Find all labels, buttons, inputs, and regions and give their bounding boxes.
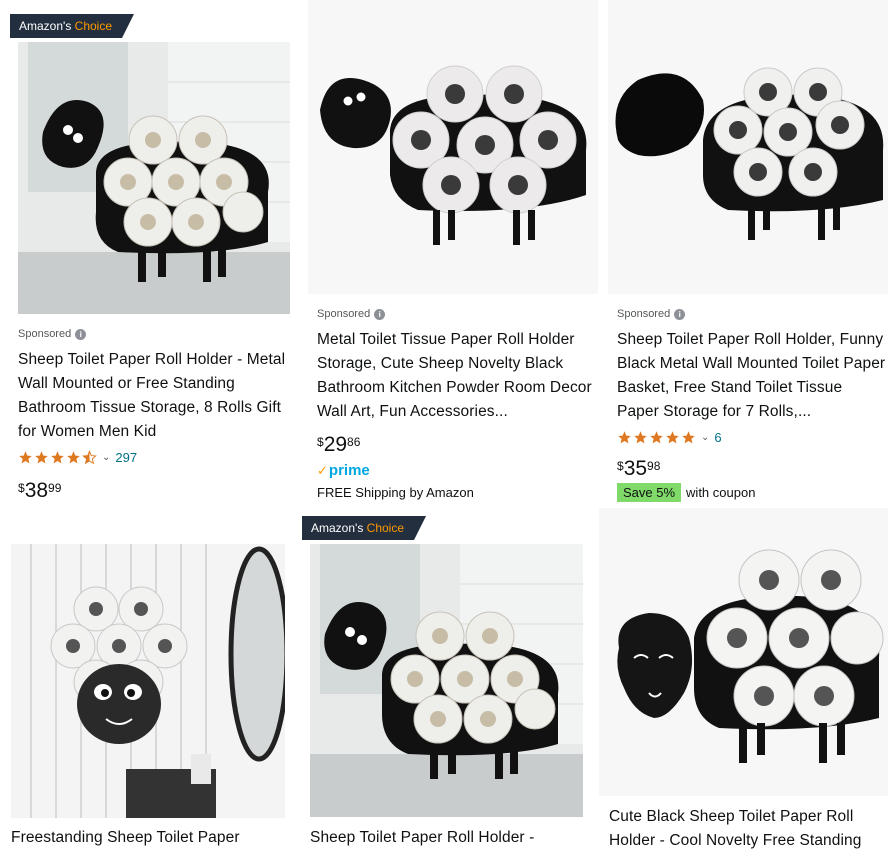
- info-icon[interactable]: i: [374, 308, 386, 320]
- coupon-badge[interactable]: Save 5%: [617, 483, 682, 502]
- star-full-icon: [634, 431, 647, 444]
- chevron-down-icon[interactable]: ⌄: [701, 432, 709, 443]
- product-card[interactable]: Sponsored i Sheep Toilet Paper Roll Holde…: [608, 0, 888, 508]
- shipping-info: FREE Shipping by Amazon: [317, 485, 474, 500]
- prime-badge: ✓ prime: [317, 462, 370, 479]
- amazons-choice-badge: Amazon's Choice: [10, 14, 134, 38]
- star-full-icon: [67, 451, 80, 464]
- sheep-smiling-holder-icon: [599, 508, 888, 796]
- review-count[interactable]: 6: [714, 430, 721, 445]
- product-card[interactable]: Amazon's Choice Sheep Toilet Paper Roll …: [302, 516, 592, 859]
- star-full-icon: [51, 451, 64, 464]
- info-icon[interactable]: i: [674, 308, 686, 320]
- amazons-choice-badge: Amazon's Choice: [302, 516, 426, 540]
- product-card[interactable]: Amazon's Choice Sponsored i Sheep Toilet …: [10, 14, 298, 508]
- sheep-holder-photo-icon: [18, 42, 290, 314]
- info-icon[interactable]: i: [75, 328, 87, 340]
- product-image[interactable]: [11, 544, 285, 818]
- price[interactable]: $ 29 86: [317, 432, 360, 458]
- price[interactable]: $ 38 99: [18, 478, 61, 504]
- product-title[interactable]: Cute Black Sheep Toilet Paper Roll Holde…: [609, 805, 887, 853]
- star-full-icon: [35, 451, 48, 464]
- coupon-text: with coupon: [686, 485, 756, 500]
- rating-row[interactable]: ⌄ 297: [18, 450, 137, 465]
- star-rating[interactable]: [18, 450, 97, 465]
- star-full-icon: [650, 431, 663, 444]
- product-image[interactable]: [599, 508, 888, 796]
- product-card[interactable]: Cute Black Sheep Toilet Paper Roll Holde…: [599, 508, 888, 859]
- product-title[interactable]: Sheep Toilet Paper Roll Holder, Funny Bl…: [617, 328, 888, 424]
- star-full-icon: [666, 431, 679, 444]
- product-title[interactable]: Freestanding Sheep Toilet Paper: [11, 826, 289, 850]
- product-image[interactable]: [308, 0, 598, 294]
- sheep-holder-product-icon: [308, 0, 598, 294]
- star-full-icon: [682, 431, 695, 444]
- sheep-holder-photo-icon: [310, 544, 583, 817]
- chevron-down-icon[interactable]: ⌄: [102, 452, 110, 463]
- sponsored-label[interactable]: Sponsored i: [317, 308, 386, 320]
- check-icon: ✓: [317, 462, 328, 478]
- star-full-icon: [19, 451, 32, 464]
- product-title[interactable]: Sheep Toilet Paper Roll Holder -: [310, 826, 588, 850]
- rating-row[interactable]: ⌄ 6: [617, 430, 722, 445]
- price[interactable]: $ 35 98: [617, 456, 660, 482]
- sponsored-label[interactable]: Sponsored i: [18, 328, 87, 340]
- star-rating[interactable]: [617, 430, 696, 445]
- product-title[interactable]: Sheep Toilet Paper Roll Holder - Metal W…: [18, 348, 296, 444]
- product-card[interactable]: Freestanding Sheep Toilet Paper: [0, 516, 296, 859]
- review-count[interactable]: 297: [115, 450, 137, 465]
- product-image[interactable]: [608, 0, 888, 294]
- coupon-row[interactable]: Save 5% with coupon: [617, 483, 755, 502]
- product-title[interactable]: Metal Toilet Tissue Paper Roll Holder St…: [317, 328, 595, 424]
- star-half-icon: [82, 450, 97, 465]
- product-card[interactable]: Sponsored i Metal Toilet Tissue Paper Rol…: [308, 0, 598, 508]
- product-image[interactable]: [18, 42, 290, 314]
- sheep-holder-product-icon: [608, 0, 888, 294]
- sponsored-label[interactable]: Sponsored i: [617, 308, 686, 320]
- sheep-wall-holder-photo-icon: [11, 544, 285, 818]
- product-image[interactable]: [310, 544, 583, 817]
- star-full-icon: [618, 431, 631, 444]
